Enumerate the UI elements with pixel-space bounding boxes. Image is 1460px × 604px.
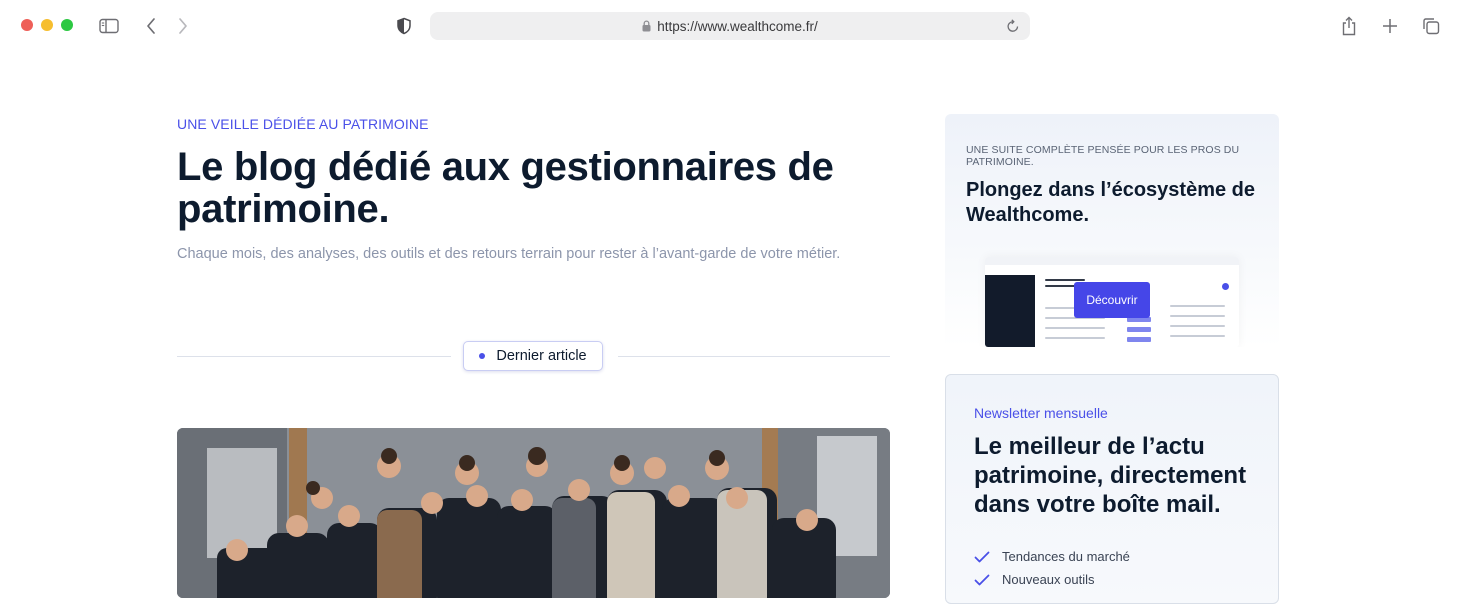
latest-article-label: Dernier article [496, 348, 587, 364]
lock-icon [642, 20, 651, 32]
url-text: https://www.wealthcome.fr/ [657, 18, 818, 34]
benefit-label: Tendances du marché [1002, 549, 1130, 564]
shield-icon[interactable] [393, 15, 415, 37]
check-icon [974, 574, 990, 586]
hero-eyebrow: UNE VEILLE DÉDIÉE AU PATRIMOINE [177, 116, 429, 132]
newsletter-eyebrow: Newsletter mensuelle [974, 405, 1108, 421]
list-item: Nouveaux outils [974, 568, 1130, 591]
divider-right [618, 356, 890, 357]
newsletter-card: Newsletter mensuelle Le meilleur de l’ac… [945, 374, 1279, 604]
newsletter-benefits: Tendances du marché Nouveaux outils [974, 545, 1130, 591]
list-item: Tendances du marché [974, 545, 1130, 568]
back-icon[interactable] [140, 15, 162, 37]
page-title: Le blog dédié aux gestionnaires de patri… [177, 145, 834, 231]
reload-icon[interactable] [1006, 18, 1020, 37]
check-icon [974, 551, 990, 563]
featured-article-image[interactable] [177, 428, 890, 598]
share-icon[interactable] [1338, 15, 1360, 37]
bullet-dot-icon [479, 353, 486, 359]
divider-left [177, 356, 451, 357]
latest-article-badge: Dernier article [463, 341, 603, 371]
sidebar-icon[interactable] [98, 15, 120, 37]
page-subtitle: Chaque mois, des analyses, des outils et… [177, 246, 841, 262]
promo-eyebrow: UNE SUITE COMPLÈTE PENSÉE POUR LES PROS … [966, 144, 1240, 168]
new-tab-icon[interactable] [1379, 15, 1401, 37]
close-window-button[interactable] [21, 19, 33, 31]
tabs-overview-icon[interactable] [1420, 15, 1442, 37]
benefit-label: Nouveaux outils [1002, 572, 1095, 587]
promo-title: Plongez dans l’écosystème de Wealthcome. [966, 179, 1255, 226]
address-bar[interactable]: https://www.wealthcome.fr/ [430, 12, 1030, 40]
ecosystem-promo-card: UNE SUITE COMPLÈTE PENSÉE POUR LES PROS … [945, 114, 1279, 347]
forward-icon[interactable] [172, 15, 194, 37]
zoom-window-button[interactable] [61, 19, 73, 31]
newsletter-title: Le meilleur de l’actu patrimoine, direct… [974, 433, 1247, 518]
discover-button[interactable]: Découvrir [1074, 282, 1150, 318]
browser-toolbar: https://www.wealthcome.fr/ [0, 0, 1460, 52]
minimize-window-button[interactable] [41, 19, 53, 31]
